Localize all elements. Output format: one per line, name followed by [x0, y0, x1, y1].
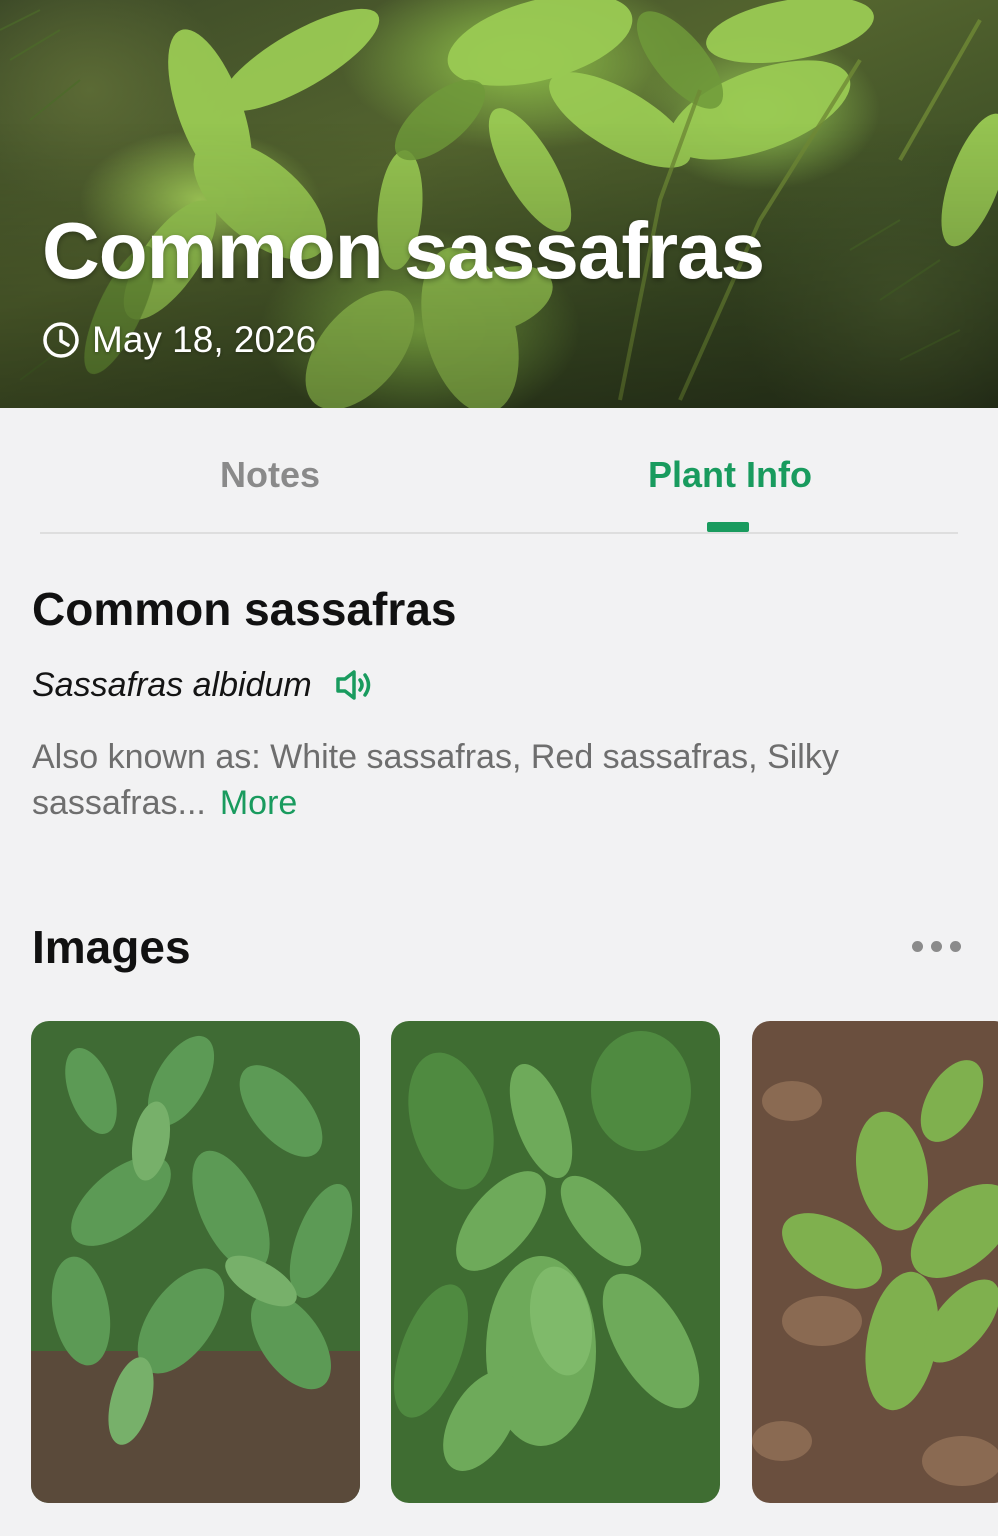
dot [949, 940, 961, 952]
date-text: May 18, 2026 [92, 319, 317, 360]
speaker-icon[interactable] [334, 667, 374, 703]
scientific-name: Sassafras albidum [32, 665, 312, 704]
tab-notes[interactable]: Notes [170, 448, 370, 502]
observation-date: May 18, 2026 [42, 318, 316, 362]
tab-bar: Notes Plant Info [40, 408, 958, 534]
clock-icon [43, 322, 79, 358]
plant-photo-1 [31, 1021, 360, 1503]
hero-photo: Common sassafras May 18, 2026 [0, 0, 998, 408]
more-dots-icon[interactable] [900, 926, 972, 966]
dot [930, 940, 942, 952]
more-link[interactable]: More [220, 784, 297, 822]
tab-plant-info[interactable]: Plant Info [625, 448, 835, 502]
image-thumbnail[interactable] [752, 1021, 998, 1503]
active-tab-indicator [707, 522, 749, 532]
also-known-as-text: Also known as: White sassafras, Red sass… [32, 738, 839, 822]
image-thumbnail[interactable] [391, 1021, 720, 1503]
scientific-name-row: Sassafras albidum [32, 660, 374, 710]
images-section-title: Images [32, 921, 191, 973]
plant-common-name: Common sassafras [32, 583, 457, 635]
plant-photo-3 [752, 1021, 998, 1503]
image-thumbnail[interactable] [31, 1021, 360, 1503]
dot [911, 940, 923, 952]
also-known-as: Also known as: White sassafras, Red sass… [32, 734, 952, 826]
plant-photo-2 [391, 1021, 720, 1503]
plant-detail-screen: Common sassafras May 18, 2026 Notes Plan… [0, 0, 998, 1536]
hero-title: Common sassafras [42, 206, 765, 295]
